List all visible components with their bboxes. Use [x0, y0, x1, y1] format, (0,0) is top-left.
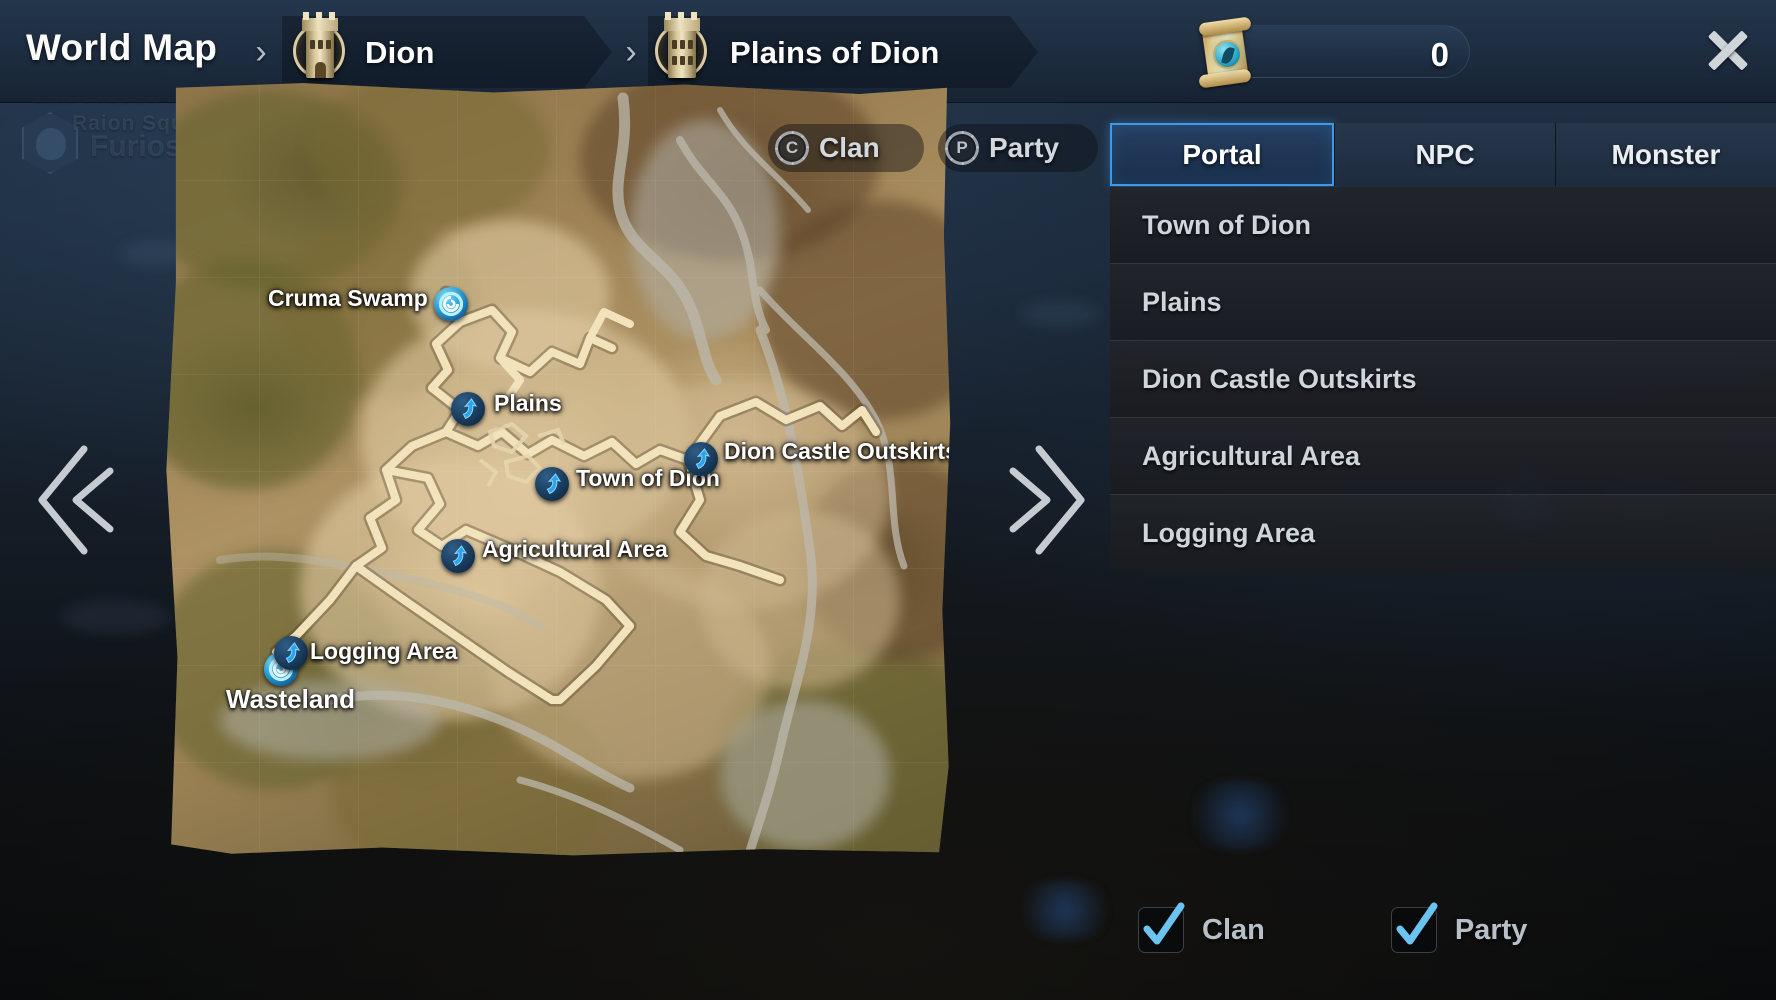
party-emblem-icon: P — [945, 131, 979, 165]
teleport-arrow-icon — [462, 398, 478, 420]
chevron-double-right-icon[interactable] — [1005, 435, 1101, 565]
teleport-arrow-icon — [285, 642, 301, 664]
checkbox-party[interactable]: Party — [1390, 902, 1528, 953]
map-filter-party-label: Party — [989, 132, 1060, 163]
tab-portal-label: Portal — [1182, 138, 1262, 170]
tab-monster[interactable]: Monster — [1555, 123, 1776, 186]
tab-npc-label: NPC — [1415, 138, 1475, 170]
tab-portal[interactable]: Portal — [1110, 123, 1334, 186]
castle-tower-icon — [290, 12, 348, 82]
visibility-filters: Clan Party — [1110, 895, 1776, 965]
portal-name: Dion Castle Outskirts — [1142, 363, 1417, 394]
map-filter-clan[interactable]: C Clan — [768, 124, 924, 172]
panel-tabs: Portal NPC Monster — [1110, 123, 1776, 186]
list-item[interactable]: Town of Dion — [1110, 187, 1776, 264]
map-filter-clan-label: Clan — [819, 132, 880, 163]
portal-list: Town of Dion Plains Dion Castle Outskirt… — [1110, 187, 1776, 572]
teleport-arrow-icon — [695, 448, 711, 470]
checkbox-clan-box[interactable] — [1138, 902, 1185, 953]
tab-monster-label: Monster — [1611, 138, 1721, 170]
world-map-canvas[interactable]: Cruma Swamp Plains Town of Dion Dion Cas… — [160, 80, 955, 860]
map-marker-plains[interactable] — [451, 392, 485, 426]
checkbox-party-box[interactable] — [1390, 902, 1438, 953]
list-item[interactable]: Agricultural Area — [1110, 418, 1776, 495]
checkbox-clan-label: Clan — [1202, 913, 1265, 946]
check-icon — [1143, 902, 1185, 945]
map-marker-agricultural-area[interactable] — [441, 539, 475, 573]
scroll-teleport-scroll-icon — [1193, 16, 1261, 89]
clan-emblem-icon: C — [775, 131, 809, 165]
map-terrain: Cruma Swamp Plains Town of Dion Dion Cas… — [166, 83, 951, 856]
close-icon[interactable] — [1700, 22, 1756, 78]
map-marker-cruma-swamp[interactable] — [434, 287, 468, 321]
checkbox-clan[interactable]: Clan — [1138, 902, 1265, 953]
breadcrumb-label-plains-of-dion: Plains of Dion — [730, 35, 940, 70]
page-title: World Map — [26, 27, 218, 68]
castle-tower-icon — [652, 12, 710, 82]
map-marker-dion-castle-outskirts[interactable] — [684, 442, 718, 476]
map-marker-logging-area[interactable] — [274, 636, 308, 670]
list-item[interactable]: Logging Area — [1110, 495, 1776, 572]
portal-name: Town of Dion — [1142, 209, 1311, 240]
breadcrumb-label-dion: Dion — [365, 35, 435, 70]
breadcrumb-separator-1: › — [255, 33, 267, 71]
teleport-arrow-icon — [546, 473, 562, 495]
tab-npc[interactable]: NPC — [1334, 123, 1555, 186]
checkbox-party-label: Party — [1454, 913, 1528, 946]
breadcrumb-separator-2: › — [625, 33, 637, 71]
check-icon — [1396, 902, 1438, 945]
list-item[interactable]: Plains — [1110, 264, 1776, 341]
portal-spiral-icon — [438, 291, 464, 317]
portal-name: Plains — [1142, 286, 1222, 317]
list-item[interactable]: Dion Castle Outskirts — [1110, 341, 1776, 418]
map-marker-town-of-dion[interactable] — [535, 467, 569, 501]
map-filter-party[interactable]: P Party — [938, 124, 1098, 172]
portal-name: Agricultural Area — [1142, 440, 1361, 471]
portal-name: Logging Area — [1142, 518, 1315, 548]
teleport-arrow-icon — [452, 545, 468, 567]
teleport-scroll-count: 0 — [1430, 36, 1449, 73]
chevron-double-left-icon[interactable] — [22, 435, 118, 565]
